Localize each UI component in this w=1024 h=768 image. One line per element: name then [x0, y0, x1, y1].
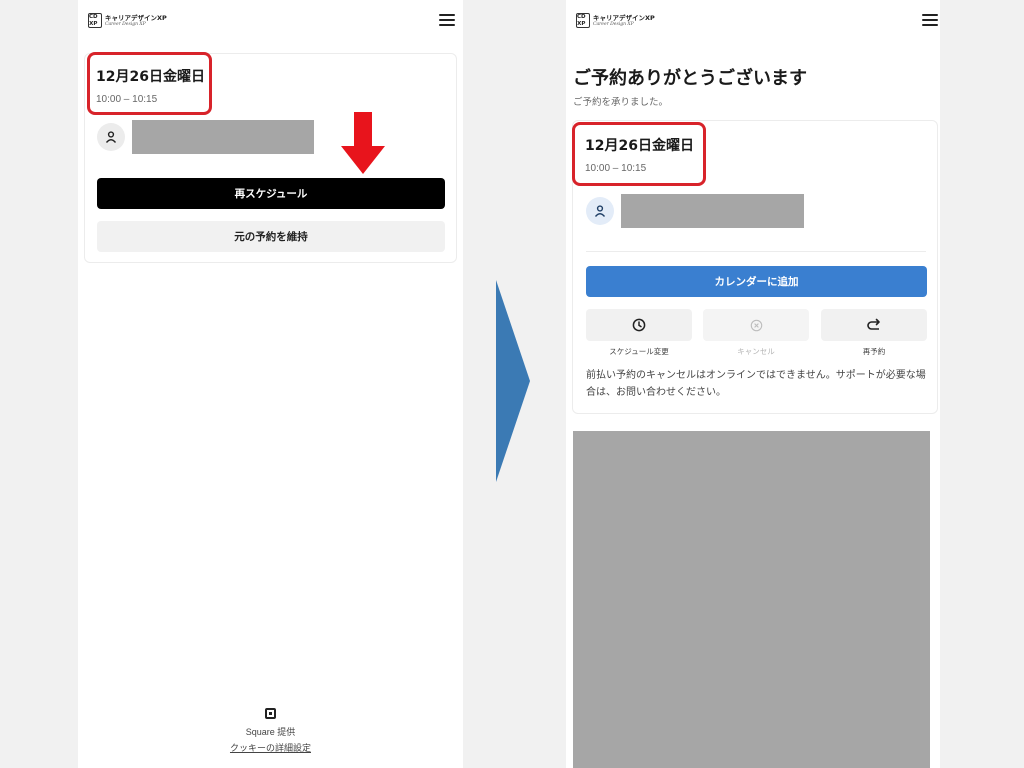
hamburger-menu-icon[interactable] [922, 13, 938, 27]
action-row: スケジュール変更 キャンセル 再予約 [586, 309, 927, 359]
header: CD XP キャリアデザインXP Career Design XP [78, 10, 463, 32]
page-footer: Square 提供 クッキーの詳細設定 [78, 708, 463, 754]
brand-logo[interactable]: CD XP キャリアデザインXP Career Design XP [88, 13, 167, 28]
logo-subtitle: Career Design XP [593, 21, 634, 27]
logo-subtitle: Career Design XP [105, 21, 146, 27]
cancel-action: キャンセル [703, 309, 809, 357]
provider-text: Square 提供 [245, 727, 296, 737]
right-gutter [940, 0, 1024, 768]
staff-avatar [97, 123, 125, 151]
header: CD XP キャリアデザインXP Career Design XP [566, 10, 940, 32]
left-gutter [0, 0, 78, 768]
reschedule-action-button[interactable] [586, 309, 692, 341]
person-icon [594, 205, 606, 217]
logo-name: キャリアデザインXP [105, 13, 167, 22]
square-logo-icon [265, 708, 276, 719]
redacted-content-block [573, 431, 930, 768]
cancel-circle-icon [750, 319, 762, 331]
redacted-staff-name [621, 194, 804, 228]
blue-chevron-arrow [496, 280, 530, 482]
clock-icon [632, 318, 646, 332]
redacted-staff-name [132, 120, 314, 154]
reschedule-button[interactable]: 再スケジュール [97, 178, 445, 209]
cookie-settings-link[interactable]: クッキーの詳細設定 [78, 741, 463, 754]
cancellation-notice: 前払い予約のキャンセルはオンラインではできません。サポートが必要な場合は、お問い… [586, 370, 926, 398]
date-highlight-box [87, 52, 212, 115]
confirmation-screen: CD XP キャリアデザインXP Career Design XP ご予約ありが… [566, 0, 940, 768]
cancel-action-button [703, 309, 809, 341]
logo-mark: CD XP [88, 13, 102, 28]
reschedule-screen: CD XP キャリアデザインXP Career Design XP 12月26日… [78, 0, 463, 768]
rebook-arrow-icon [867, 318, 880, 330]
logo-name: キャリアデザインXP [593, 13, 655, 22]
person-icon [105, 131, 117, 143]
rebook-action-label: 再予約 [862, 347, 886, 356]
rebook-action[interactable]: 再予約 [821, 309, 927, 357]
keep-original-booking-button[interactable]: 元の予約を維持 [97, 221, 445, 252]
logo-mark: CD XP [576, 13, 590, 28]
reschedule-action-label: スケジュール変更 [609, 347, 669, 356]
cancel-action-label: キャンセル [737, 347, 775, 356]
hamburger-menu-icon[interactable] [439, 13, 455, 27]
confirmation-title: ご予約ありがとうございます [573, 68, 807, 89]
confirmation-subtitle: ご予約を承りました。 [573, 97, 669, 108]
rebook-action-button[interactable] [821, 309, 927, 341]
card-divider [586, 251, 926, 252]
staff-avatar [586, 197, 614, 225]
date-highlight-box [572, 122, 706, 186]
reschedule-action[interactable]: スケジュール変更 [586, 309, 692, 357]
brand-logo[interactable]: CD XP キャリアデザインXP Career Design XP [576, 13, 655, 28]
add-to-calendar-button[interactable]: カレンダーに追加 [586, 266, 927, 297]
red-down-arrow [341, 112, 385, 174]
